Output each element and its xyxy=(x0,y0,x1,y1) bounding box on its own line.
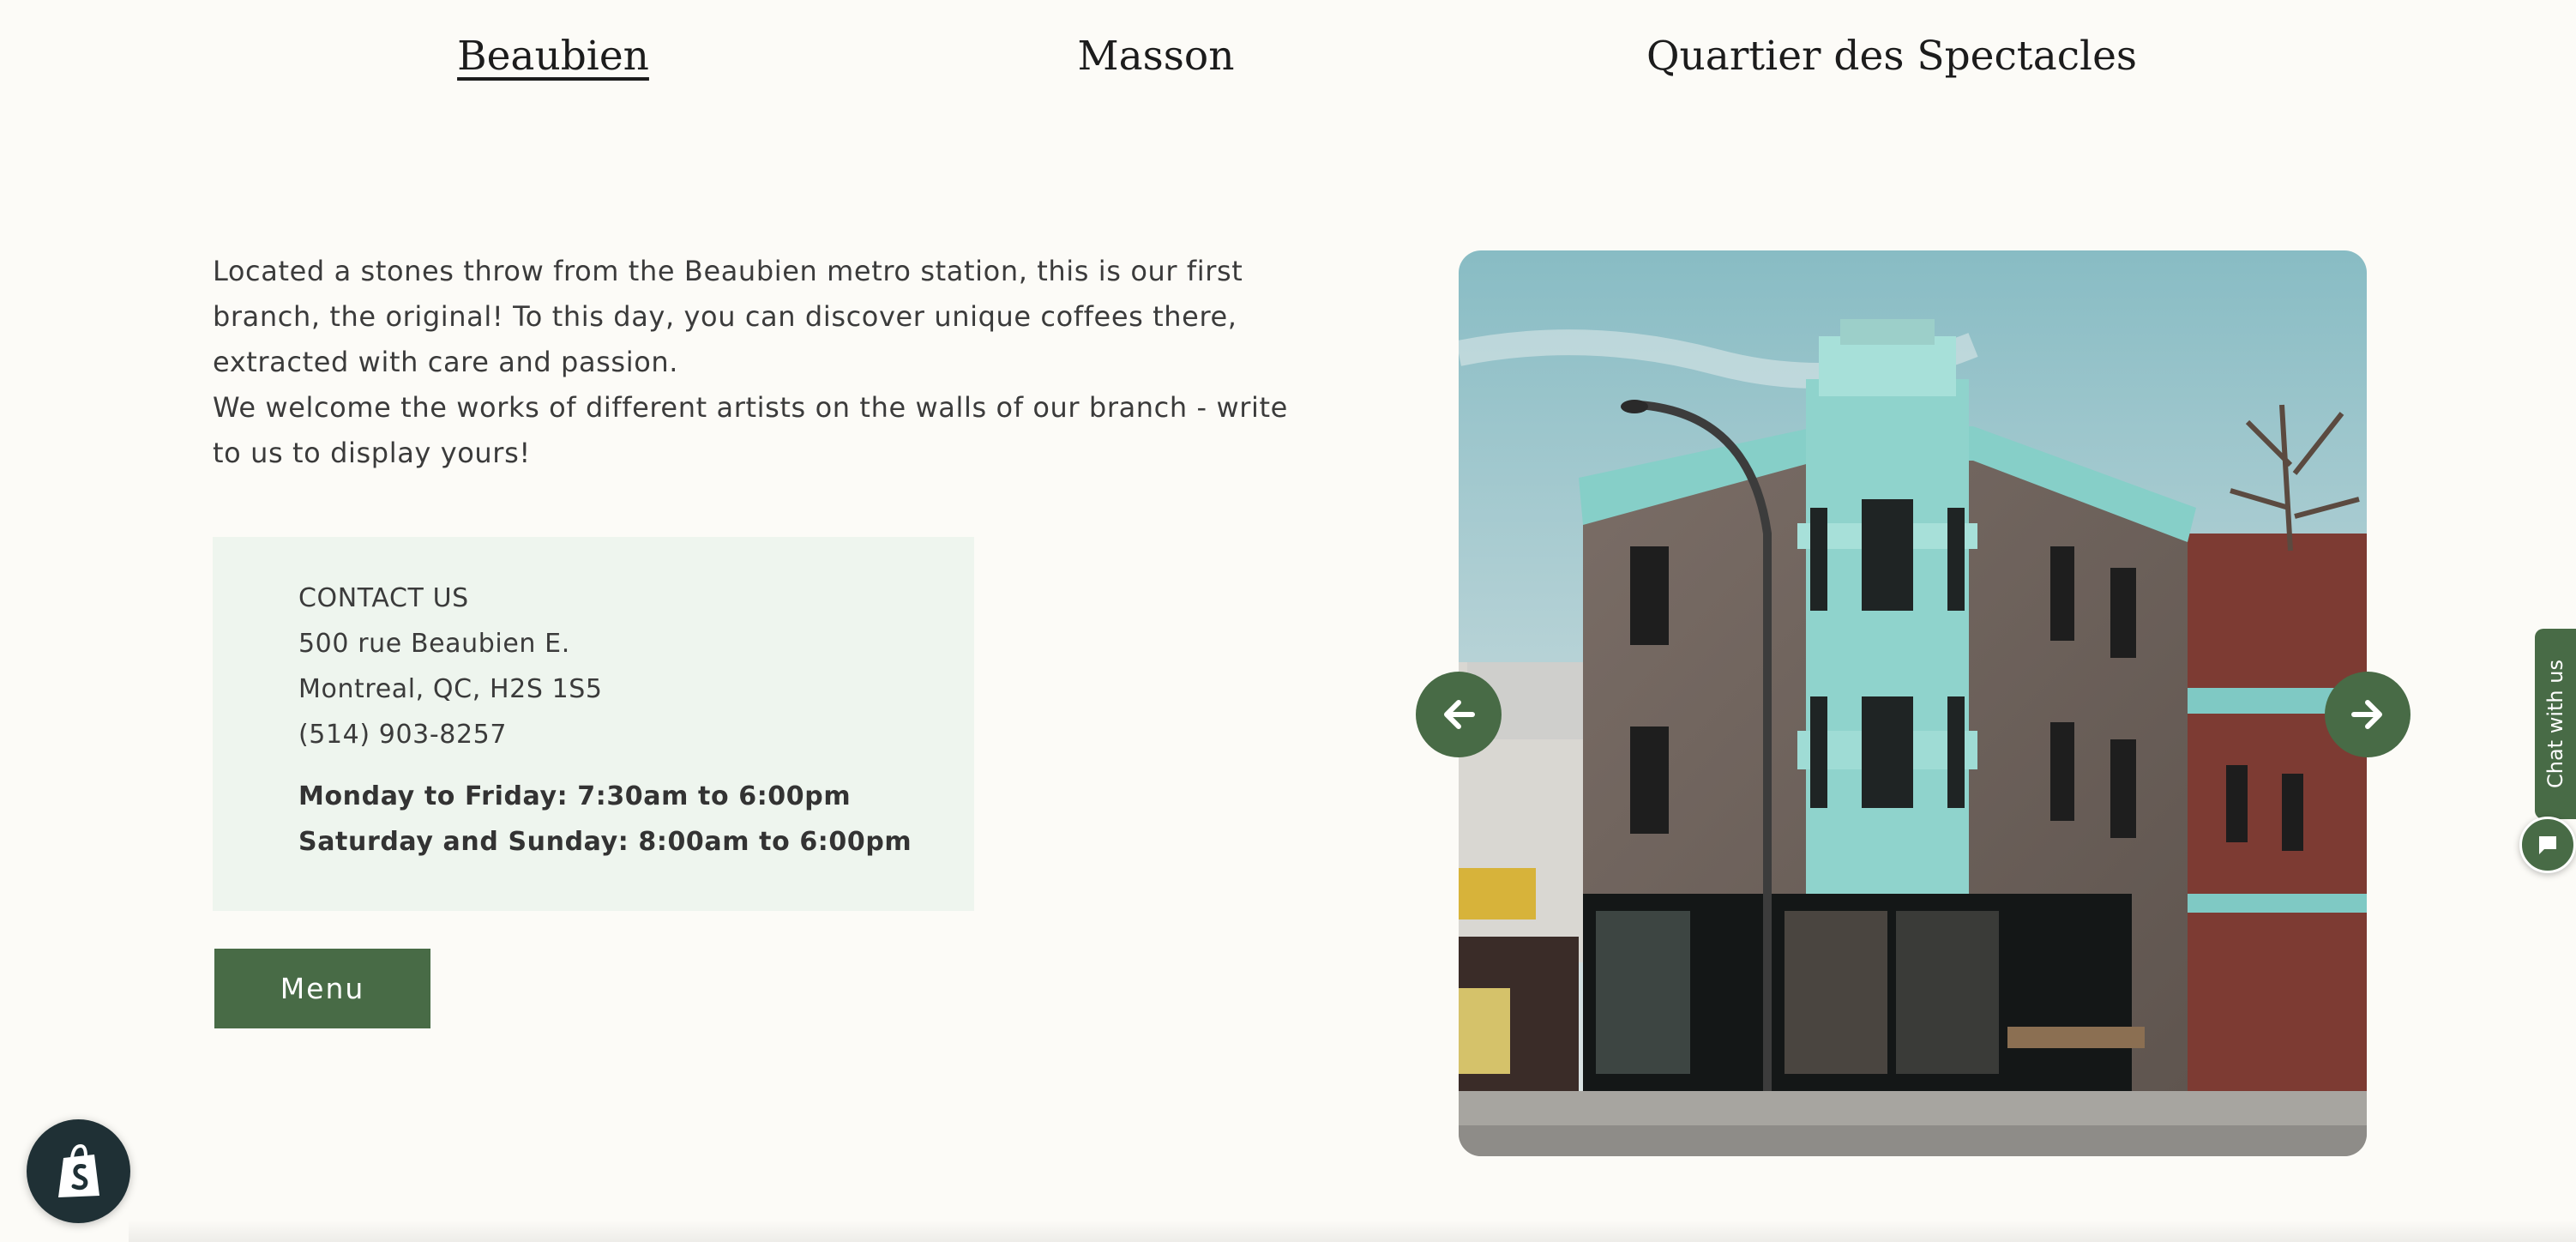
contact-heading: CONTACT US xyxy=(298,583,469,613)
hours-weekday: Monday to Friday: 7:30am to 6:00pm xyxy=(298,781,852,811)
tab-quartier-des-spectacles[interactable]: Quartier des Spectacles xyxy=(1646,33,2137,80)
description-paragraph: Located a stones throw from the Beaubien… xyxy=(213,255,1243,378)
page: Beaubien Masson Quartier des Spectacles … xyxy=(0,0,2576,1242)
description-paragraph: We welcome the works of different artist… xyxy=(213,391,1288,469)
tab-masson[interactable]: Masson xyxy=(1078,33,1235,80)
arrow-left-icon xyxy=(1444,700,1475,729)
shopify-badge-button[interactable] xyxy=(27,1119,130,1223)
shopify-bag-icon xyxy=(57,1143,99,1197)
address-line-2: Montreal, QC, H2S 1S5 xyxy=(298,674,603,704)
chat-bubble-icon xyxy=(2539,836,2556,854)
tab-beaubien[interactable]: Beaubien xyxy=(457,33,649,80)
storefront-image xyxy=(1459,250,2367,1156)
arrow-right-icon xyxy=(2351,700,2382,729)
storefront-photo xyxy=(1459,250,2367,1156)
menu-button[interactable]: Menu xyxy=(214,949,430,1028)
carousel-prev-button[interactable] xyxy=(1416,672,1502,757)
phone-number[interactable]: (514) 903-8257 xyxy=(298,712,974,757)
location-description: Located a stones throw from the Beaubien… xyxy=(213,249,1293,476)
contact-box: CONTACT US 500 rue Beaubien E. Montreal,… xyxy=(213,537,974,911)
carousel-next-button[interactable] xyxy=(2325,672,2410,757)
location-tabs: Beaubien Masson Quartier des Spectacles xyxy=(0,33,2576,93)
chat-with-us-tab[interactable]: Chat with us xyxy=(2535,629,2576,819)
footer-edge xyxy=(129,1220,2576,1242)
address-line-1: 500 rue Beaubien E. xyxy=(298,629,570,659)
hours-weekend: Saturday and Sunday: 8:00am to 6:00pm xyxy=(298,827,912,857)
chat-bubble-button[interactable] xyxy=(2519,817,2576,873)
chat-tab-label: Chat with us xyxy=(2543,660,2567,788)
